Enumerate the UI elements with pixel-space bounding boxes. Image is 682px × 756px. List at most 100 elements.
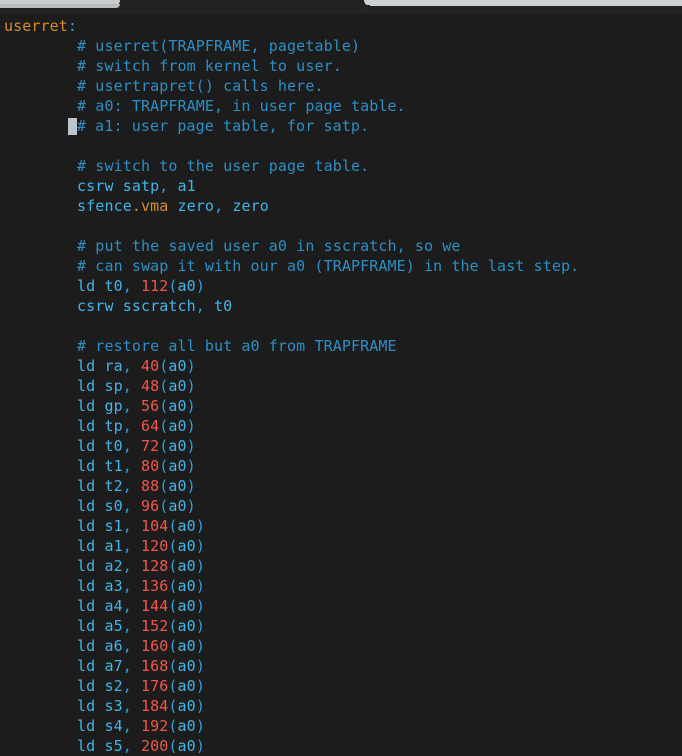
code-line[interactable]: ld s0, 96(a0) (4, 496, 682, 516)
code-number: 176 (141, 677, 169, 695)
code-operand: zero (177, 197, 215, 215)
code-punctuation: ) (186, 377, 196, 395)
code-operand: a3 (104, 577, 123, 595)
code-punctuation: ( (168, 557, 178, 575)
code-instruction: ld (77, 457, 96, 475)
code-line[interactable]: ld t2, 88(a0) (4, 476, 682, 496)
code-line[interactable]: # a0: TRAPFRAME, in user page table. (4, 96, 682, 116)
code-line[interactable]: ld tp, 64(a0) (4, 416, 682, 436)
code-line[interactable]: # restore all but a0 from TRAPFRAME (4, 336, 682, 356)
code-punctuation: , (122, 557, 132, 575)
tab-partial-right-notch (360, 5, 370, 14)
code-operand: a0 (177, 737, 196, 755)
code-punctuation: , (214, 197, 224, 215)
code-punctuation: ) (195, 677, 205, 695)
code-punctuation: ) (195, 717, 205, 735)
code-instruction: ld (77, 417, 96, 435)
code-line[interactable]: ld a2, 128(a0) (4, 556, 682, 576)
code-punctuation: ( (168, 617, 178, 635)
window-tab-bar (0, 0, 682, 14)
code-line[interactable]: ld a6, 160(a0) (4, 636, 682, 656)
code-line[interactable]: ld a5, 152(a0) (4, 616, 682, 636)
code-operand: s2 (104, 677, 123, 695)
code-operand: a0 (168, 397, 187, 415)
code-operand: a0 (168, 417, 187, 435)
code-punctuation: ) (186, 497, 196, 515)
code-line[interactable]: csrw sscratch, t0 (4, 296, 682, 316)
code-line[interactable]: ld s2, 176(a0) (4, 676, 682, 696)
code-punctuation: , (122, 657, 132, 675)
code-line[interactable]: ld a3, 136(a0) (4, 576, 682, 596)
code-operand: a0 (177, 517, 196, 535)
code-punctuation: ( (168, 277, 178, 295)
code-line[interactable]: # userret(TRAPFRAME, pagetable) (4, 36, 682, 56)
code-operand: a0 (168, 377, 187, 395)
code-punctuation: , (122, 357, 132, 375)
code-punctuation: , (122, 597, 132, 615)
code-punctuation: ( (168, 577, 178, 595)
code-punctuation: , (195, 297, 205, 315)
code-line[interactable]: # switch from kernel to user. (4, 56, 682, 76)
code-instruction: csrw (77, 297, 114, 315)
code-line[interactable]: sfence.vma zero, zero (4, 196, 682, 216)
tab-partial-right[interactable] (364, 0, 682, 6)
code-punctuation: , (122, 457, 132, 475)
code-line[interactable]: ld gp, 56(a0) (4, 396, 682, 416)
code-line[interactable]: ld sp, 48(a0) (4, 376, 682, 396)
code-operand: gp (104, 397, 123, 415)
code-instruction: ld (77, 737, 96, 755)
code-punctuation: ) (186, 477, 196, 495)
code-operand: a0 (168, 477, 187, 495)
code-line[interactable]: userret: (4, 16, 682, 36)
code-line[interactable]: ld t0, 112(a0) (4, 276, 682, 296)
code-operand: a4 (104, 597, 123, 615)
code-instruction: sfence (77, 197, 132, 215)
code-line[interactable]: ld t1, 80(a0) (4, 456, 682, 476)
code-punctuation: , (122, 637, 132, 655)
code-label: userret (4, 17, 68, 35)
code-punctuation: ) (195, 637, 205, 655)
code-line[interactable]: # switch to the user page table. (4, 156, 682, 176)
code-editor-surface[interactable]: userret: # userret(TRAPFRAME, pagetable)… (0, 14, 682, 755)
code-punctuation: ) (195, 697, 205, 715)
code-line[interactable]: ld s5, 200(a0) (4, 736, 682, 756)
code-instruction: ld (77, 437, 96, 455)
code-comment: # put the saved user a0 in sscratch, so … (77, 237, 461, 255)
code-line[interactable]: # usertrapret() calls here. (4, 76, 682, 96)
code-punctuation: ( (168, 737, 178, 755)
code-line[interactable]: # can swap it with our a0 (TRAPFRAME) in… (4, 256, 682, 276)
code-instruction: ld (77, 397, 96, 415)
code-line[interactable]: ld s4, 192(a0) (4, 716, 682, 736)
code-line[interactable]: # a1: user page table, for satp. (4, 116, 682, 136)
code-line[interactable] (4, 136, 682, 156)
code-comment: # a0: TRAPFRAME, in user page table. (77, 97, 406, 115)
code-punctuation: ) (195, 557, 205, 575)
code-operand: a0 (177, 537, 196, 555)
code-punctuation: ) (186, 357, 196, 375)
code-line[interactable]: ld s3, 184(a0) (4, 696, 682, 716)
code-line[interactable]: ld t0, 72(a0) (4, 436, 682, 456)
code-line[interactable]: ld a7, 168(a0) (4, 656, 682, 676)
code-operand: a1 (177, 177, 196, 195)
code-line[interactable]: ld ra, 40(a0) (4, 356, 682, 376)
code-number: 144 (141, 597, 169, 615)
code-punctuation: ) (186, 397, 196, 415)
code-line[interactable] (4, 316, 682, 336)
code-line[interactable]: # put the saved user a0 in sscratch, so … (4, 236, 682, 256)
code-number: 120 (141, 537, 169, 555)
code-operand: zero (232, 197, 269, 215)
code-operand: sp (104, 377, 123, 395)
code-line[interactable]: ld a1, 120(a0) (4, 536, 682, 556)
code-operand: a1 (104, 537, 123, 555)
assembly-code-block[interactable]: userret: # userret(TRAPFRAME, pagetable)… (0, 14, 682, 756)
code-punctuation: , (122, 417, 132, 435)
code-line[interactable]: ld a4, 144(a0) (4, 596, 682, 616)
code-instruction-ext: vma (140, 197, 169, 215)
code-number: 64 (141, 417, 160, 435)
code-comment: # restore all but a0 from TRAPFRAME (77, 337, 397, 355)
code-line[interactable] (4, 216, 682, 236)
code-line[interactable]: csrw satp, a1 (4, 176, 682, 196)
code-instruction: ld (77, 377, 96, 395)
code-punctuation: : (67, 17, 78, 35)
code-line[interactable]: ld s1, 104(a0) (4, 516, 682, 536)
